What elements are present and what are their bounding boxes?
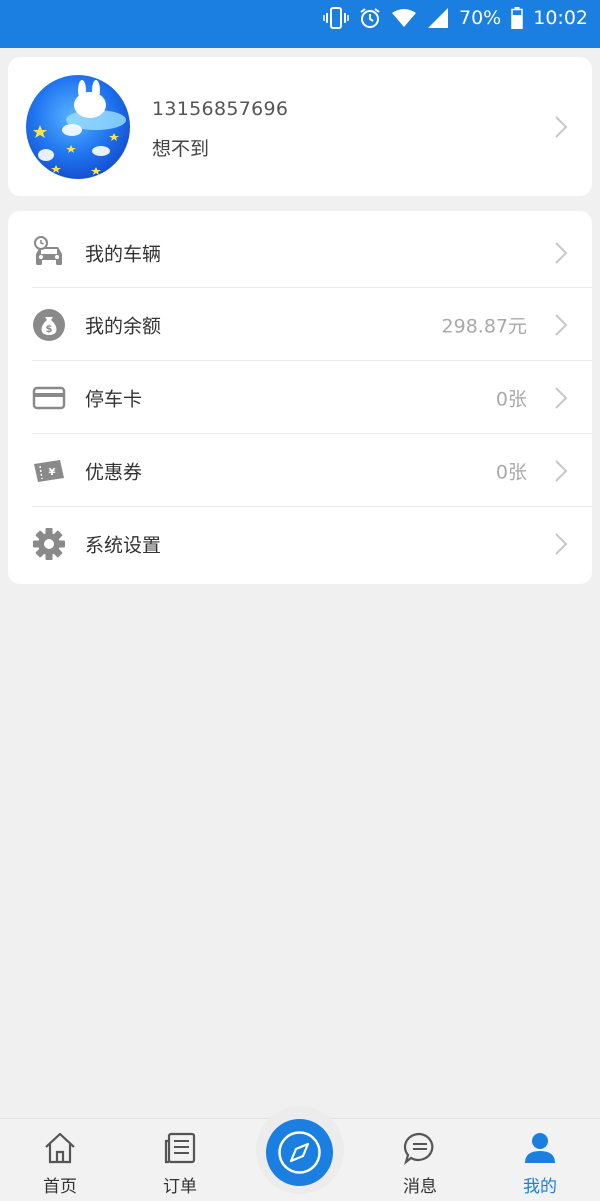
nav-label: 我的 [523,1177,557,1197]
card-icon [32,386,66,410]
menu-item-label: 系统设置 [85,534,162,557]
wifi-icon [391,8,417,28]
chevron-right-icon [555,460,568,482]
status-bar: 70% 10:02 [0,0,600,48]
user-icon [525,1133,555,1163]
battery-icon [511,7,523,29]
chevron-right-icon [555,116,568,138]
compass-button[interactable] [266,1119,333,1186]
nav-mine[interactable]: 我的 [490,1119,590,1201]
nav-label: 消息 [403,1177,437,1197]
menu-item-parking-card[interactable]: 停车卡 0张 [8,362,592,434]
parking-card-count: 0张 [495,388,527,411]
menu-item-my-vehicles[interactable]: 我的车辆 [8,217,592,289]
status-indicators: 70% 10:02 [323,0,588,36]
profile-phone: 13156857696 [152,98,289,120]
menu-item-system-settings[interactable]: 系统设置 [8,508,592,580]
nav-orders[interactable]: 订单 [130,1119,230,1201]
gear-icon [33,528,65,560]
menu-item-label: 优惠券 [85,461,143,484]
home-icon [45,1132,75,1164]
message-icon [403,1132,434,1165]
chevron-right-icon [555,314,568,336]
money-bag-icon: $ [33,309,65,341]
clock-time: 10:02 [533,7,588,29]
menu-item-label: 停车卡 [85,388,143,411]
svg-text:$: $ [46,324,53,335]
battery-percent: 70% [459,7,502,29]
menu-item-my-balance[interactable]: $ 我的余额 298.87元 [8,289,592,361]
menu-item-coupons[interactable]: ¥ 优惠券 0张 [8,435,592,507]
nav-label: 首页 [43,1177,77,1197]
divider [32,433,592,434]
menu-card: 我的车辆 $ 我的余额 298.87元 停车卡 0张 ¥ 优惠券 0张 系统设置 [8,211,592,584]
avatar[interactable] [26,75,130,179]
chevron-right-icon [555,387,568,409]
svg-text:¥: ¥ [49,467,56,478]
chevron-right-icon [555,533,568,555]
signal-icon [427,7,449,29]
nav-messages[interactable]: 消息 [370,1119,470,1201]
divider [32,287,592,288]
vibrate-icon [323,6,349,30]
profile-card[interactable]: 13156857696 想不到 [8,57,592,196]
coupon-icon: ¥ [34,460,64,482]
profile-nickname: 想不到 [152,138,210,160]
chevron-right-icon [555,242,568,264]
car-icon [34,236,62,265]
menu-item-label: 我的余额 [85,315,162,338]
compass-icon [278,1131,321,1174]
balance-value: 298.87元 [441,315,527,338]
divider [32,360,592,361]
orders-icon [164,1132,196,1164]
alarm-icon [359,7,381,29]
nav-home[interactable]: 首页 [10,1119,110,1201]
divider [32,506,592,507]
coupon-count: 0张 [495,461,527,484]
menu-item-label: 我的车辆 [85,243,162,266]
nav-label: 订单 [163,1177,197,1197]
